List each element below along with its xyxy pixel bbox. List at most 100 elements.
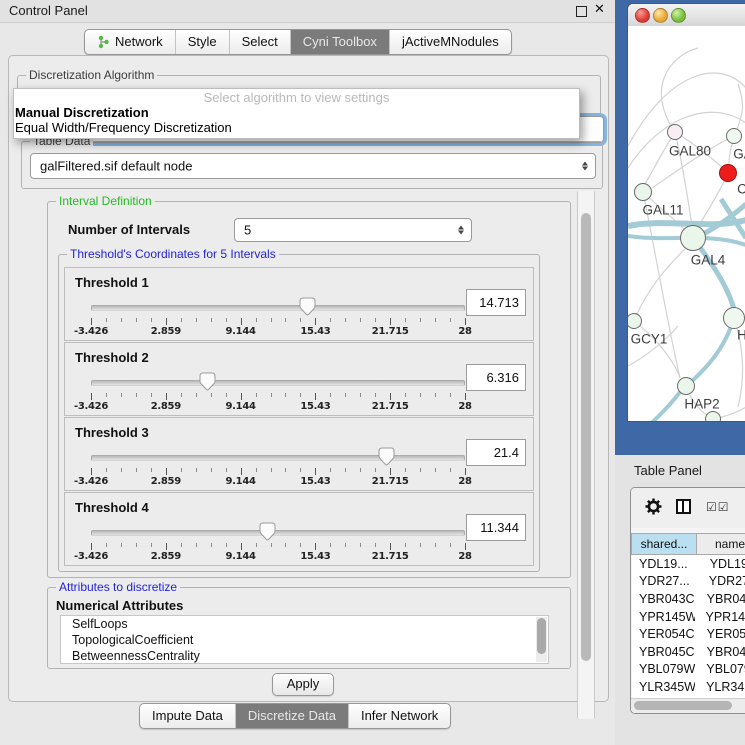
threshold-slider[interactable]: -3.4262.8599.14415.4321.71528 [91, 373, 465, 411]
slider-tick [375, 543, 376, 547]
table-horizontal-scrollbar[interactable] [631, 698, 745, 713]
network-node[interactable] [634, 183, 652, 201]
table-cell[interactable]: YBR045C [696, 645, 745, 659]
slider-tick [435, 318, 436, 322]
gear-icon[interactable] [645, 498, 662, 515]
slider-track[interactable] [91, 530, 465, 536]
table-cell[interactable]: YDL19... [699, 557, 745, 571]
attributes-scrollbar[interactable] [536, 617, 547, 662]
threshold-value-field[interactable]: 14.713 [466, 289, 526, 316]
table-cell[interactable]: YBR045C [632, 645, 696, 659]
table-row[interactable]: YBR045CYBR045C [632, 643, 745, 661]
table-cell[interactable]: YER054C [696, 627, 745, 641]
table-row[interactable]: YDR27...YDR27... [632, 573, 745, 591]
slider-tick [315, 468, 316, 475]
tab-impute-data[interactable]: Impute Data [140, 704, 236, 728]
table-cell[interactable]: YBR043C [632, 592, 696, 606]
threshold-slider[interactable]: -3.4262.8599.14415.4321.71528 [91, 448, 465, 486]
threshold-value-field[interactable]: 11.344 [466, 514, 526, 541]
threshold-row: Threshold 4 -3.4262.8599.14415.4321.7152… [64, 492, 534, 566]
column-header-name[interactable]: name [697, 533, 745, 555]
checkbox-columns-icon[interactable]: ☑☑ [706, 500, 730, 514]
split-columns-icon[interactable] [676, 499, 691, 514]
network-node[interactable] [680, 225, 706, 251]
scrollbar-thumb[interactable] [634, 701, 732, 710]
slider-handle[interactable] [378, 447, 395, 466]
table-row[interactable]: YLR345WYLR345W [632, 678, 745, 696]
slider-tick [106, 543, 107, 547]
tab-select[interactable]: Select [230, 30, 291, 54]
tab-jactivemnodules[interactable]: jActiveMNodules [390, 30, 511, 54]
tab-discretize-data[interactable]: Discretize Data [236, 704, 349, 728]
threshold-slider[interactable]: -3.4262.8599.14415.4321.71528 [91, 298, 465, 336]
slider-tick [196, 543, 197, 547]
slider-tick [181, 393, 182, 397]
table-cell[interactable]: YBL079W [695, 662, 745, 676]
attributes-group: Attributes to discretize Numerical Attri… [47, 587, 571, 669]
slider-tick [450, 468, 451, 472]
tab-style[interactable]: Style [176, 30, 230, 54]
table-row[interactable]: YBR043CYBR043C [632, 590, 745, 608]
column-header-shared-name[interactable]: shared... [631, 533, 697, 555]
attribute-list-item[interactable]: SelfLoops [61, 616, 548, 632]
tab-label: Select [242, 34, 278, 49]
popup-item-equal-width-frequency[interactable]: Equal Width/Frequency Discretization [15, 120, 232, 135]
slider-tick [271, 468, 272, 472]
number-of-intervals-combobox[interactable]: 5 [234, 218, 472, 242]
slider-tick [106, 393, 107, 397]
network-node[interactable] [726, 128, 742, 144]
panel-scrollbar[interactable] [577, 191, 595, 719]
slider-handle[interactable] [299, 297, 316, 316]
slider-track[interactable] [91, 305, 465, 311]
attribute-list-item[interactable]: TopologicalCoefficient [61, 632, 548, 648]
table-data-combobox[interactable]: galFiltered.sif default node [30, 153, 596, 179]
slider-tick [181, 543, 182, 547]
apply-button[interactable]: Apply [272, 673, 334, 696]
table-cell[interactable]: YER054C [632, 627, 696, 641]
table-cell[interactable]: YDL19... [632, 557, 699, 571]
table-row[interactable]: YPR145WYPR145W [632, 608, 745, 626]
network-node[interactable] [677, 377, 695, 395]
slider-handle[interactable] [199, 372, 216, 391]
slider-track[interactable] [91, 380, 465, 386]
close-icon[interactable]: ✕ [594, 2, 605, 17]
threshold-value-field[interactable]: 6.316 [466, 364, 526, 391]
table-cell[interactable]: YBL079W [632, 662, 695, 676]
minimize-traffic-light-icon[interactable] [653, 8, 668, 23]
network-node[interactable] [719, 164, 737, 182]
table-cell[interactable]: YPR145W [632, 610, 695, 624]
attribute-list-item[interactable]: BetweennessCentrality [61, 648, 548, 664]
slider-tick [91, 318, 92, 325]
attributes-list[interactable]: SelfLoopsTopologicalCoefficientBetweenne… [60, 615, 549, 664]
zoom-traffic-light-icon[interactable] [671, 8, 686, 23]
close-traffic-light-icon[interactable] [635, 8, 650, 23]
tab-infer-network[interactable]: Infer Network [349, 704, 450, 728]
node-table-body[interactable]: YDL19...YDL19...YDR27...YDR27...YBR043CY… [632, 555, 745, 698]
table-row[interactable]: YBL079WYBL079W [632, 661, 745, 679]
table-cell[interactable]: YLR345W [695, 680, 745, 694]
network-node-label: GAL4 [691, 253, 726, 268]
table-cell[interactable]: YBR043C [696, 592, 745, 606]
network-canvas[interactable]: GAL80GACGAL11GAL4GCY1HHAP2 [628, 26, 745, 421]
network-node[interactable] [723, 307, 745, 329]
scrollbar-thumb[interactable] [537, 618, 546, 654]
table-row[interactable]: YDL19...YDL19... [632, 555, 745, 573]
slider-tick [211, 543, 212, 547]
float-icon[interactable] [576, 6, 587, 17]
table-row[interactable]: YER054CYER054C [632, 625, 745, 643]
threshold-value-field[interactable]: 21.4 [466, 439, 526, 466]
network-node[interactable] [667, 124, 683, 140]
threshold-slider[interactable]: -3.4262.8599.14415.4321.71528 [91, 523, 465, 561]
slider-tick [271, 393, 272, 397]
table-cell[interactable]: YDR27... [698, 574, 745, 588]
popup-item-manual-discretization[interactable]: Manual Discretization [15, 105, 149, 120]
table-cell[interactable]: YPR145W [695, 610, 745, 624]
table-cell[interactable]: YDR27... [632, 574, 698, 588]
slider-handle[interactable] [259, 522, 276, 541]
scrollbar-thumb[interactable] [581, 213, 591, 661]
tab-network[interactable]: Network [85, 30, 176, 54]
tab-cyni-toolbox[interactable]: Cyni Toolbox [291, 30, 390, 54]
slider-track[interactable] [91, 455, 465, 461]
network-node[interactable] [705, 411, 721, 421]
table-cell[interactable]: YLR345W [632, 680, 695, 694]
